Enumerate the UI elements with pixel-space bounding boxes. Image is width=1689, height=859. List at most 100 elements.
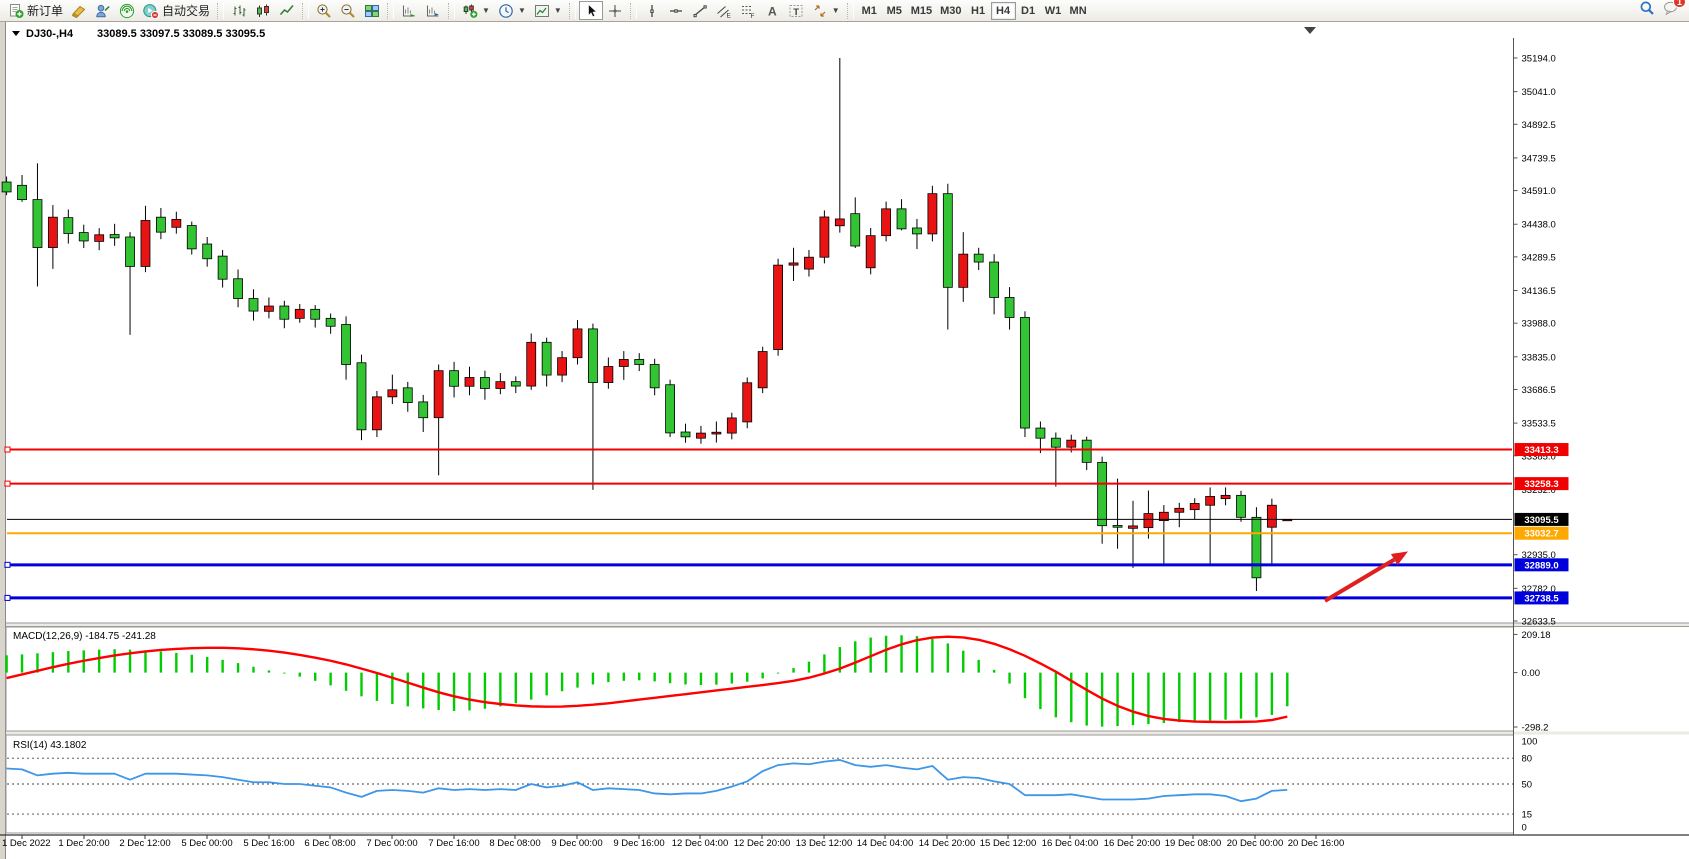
chart-shift-marker[interactable]	[1304, 27, 1316, 34]
candle[interactable]	[974, 248, 983, 270]
candle[interactable]	[604, 357, 613, 388]
candle[interactable]	[172, 212, 181, 234]
candle[interactable]	[542, 338, 551, 387]
fibonacci-button[interactable]: F	[736, 1, 760, 20]
candle[interactable]	[126, 232, 135, 335]
candle[interactable]	[619, 351, 628, 380]
candle[interactable]	[635, 353, 644, 371]
line-anchor[interactable]	[5, 447, 10, 452]
candle[interactable]	[480, 371, 489, 400]
bars-mode-button[interactable]	[227, 1, 251, 20]
candle[interactable]	[820, 210, 829, 263]
chart-canvas[interactable]: 35194.035041.034892.534739.534591.034438…	[0, 22, 1689, 859]
candle[interactable]	[804, 250, 813, 277]
candle[interactable]	[1128, 501, 1137, 568]
timeframe-w1-button[interactable]: W1	[1041, 2, 1066, 20]
candle[interactable]	[218, 250, 227, 288]
candle[interactable]	[527, 334, 536, 390]
candle[interactable]	[95, 228, 104, 250]
arrow-annotation[interactable]	[1325, 551, 1408, 600]
candle[interactable]	[1051, 432, 1060, 486]
notifications-button[interactable]: 1	[1663, 0, 1679, 21]
autotrading-button[interactable]: 自动交易	[139, 1, 214, 20]
tile-windows-button[interactable]	[360, 1, 384, 20]
signals-button[interactable]	[115, 1, 139, 20]
new-chart-button[interactable]: ▼	[458, 1, 494, 20]
timeframe-d1-button[interactable]: D1	[1016, 2, 1041, 20]
candle[interactable]	[943, 184, 952, 330]
candle[interactable]	[573, 320, 582, 364]
timeframe-m30-button[interactable]: M30	[936, 2, 965, 20]
candle[interactable]	[64, 210, 73, 244]
marker-button[interactable]	[67, 1, 91, 20]
candle[interactable]	[588, 324, 597, 490]
candle[interactable]	[187, 222, 196, 255]
candle[interactable]	[666, 380, 675, 437]
candle[interactable]	[835, 58, 844, 233]
candle[interactable]	[758, 347, 767, 393]
candle[interactable]	[372, 391, 381, 437]
profiles-button[interactable]	[91, 1, 115, 20]
candle[interactable]	[388, 375, 397, 404]
search-button[interactable]	[1639, 0, 1655, 21]
candle[interactable]	[743, 377, 752, 428]
timeframe-m5-button[interactable]: M5	[882, 2, 907, 20]
candles-mode-button[interactable]	[251, 1, 275, 20]
candle[interactable]	[311, 305, 320, 327]
candle[interactable]	[912, 219, 921, 249]
zoom-in-button[interactable]	[312, 1, 336, 20]
candle[interactable]	[280, 301, 289, 328]
hline-33413.3[interactable]	[5, 447, 1512, 452]
candle[interactable]	[1237, 491, 1246, 522]
candle[interactable]	[851, 197, 860, 248]
auto-scroll-button[interactable]	[397, 1, 421, 20]
timeframe-h1-button[interactable]: H1	[966, 2, 991, 20]
hline-33258.3[interactable]	[5, 481, 1512, 486]
candle[interactable]	[496, 373, 505, 394]
crosshair-button[interactable]	[603, 1, 627, 20]
candle[interactable]	[1036, 421, 1045, 453]
candle[interactable]	[434, 365, 443, 476]
candle[interactable]	[295, 304, 304, 323]
candle[interactable]	[342, 316, 351, 379]
candle[interactable]	[1221, 487, 1230, 505]
candle[interactable]	[774, 259, 783, 356]
candle[interactable]	[110, 224, 119, 246]
horizontal-lines-layer[interactable]	[5, 447, 1512, 600]
line-anchor[interactable]	[5, 562, 10, 567]
candle[interactable]	[1144, 491, 1153, 539]
candle[interactable]	[1267, 499, 1276, 565]
templates-button[interactable]: ▼	[530, 1, 566, 20]
candle[interactable]	[33, 163, 42, 286]
candle[interactable]	[1159, 505, 1168, 564]
candle[interactable]	[1175, 503, 1184, 527]
candle[interactable]	[1020, 311, 1029, 437]
candle[interactable]	[450, 362, 459, 398]
candle[interactable]	[681, 424, 690, 443]
candle[interactable]	[264, 297, 273, 318]
candle[interactable]	[1113, 479, 1122, 549]
candle[interactable]	[419, 395, 428, 432]
candle[interactable]	[511, 376, 520, 393]
candle[interactable]	[79, 225, 88, 248]
timeframe-m15-button[interactable]: M15	[907, 2, 936, 20]
macd-pane[interactable]: 209.180.00-298.2	[7, 630, 1551, 734]
cursor-button[interactable]	[579, 1, 603, 20]
candle[interactable]	[465, 367, 474, 396]
candle[interactable]	[1206, 487, 1215, 565]
candle[interactable]	[156, 208, 165, 239]
price-axis[interactable]: 35194.035041.034892.534739.534591.034438…	[1514, 54, 1569, 628]
line-mode-button[interactable]	[275, 1, 299, 20]
candle[interactable]	[897, 199, 906, 230]
candle[interactable]	[990, 254, 999, 314]
line-anchor[interactable]	[5, 595, 10, 600]
hline-32889.0[interactable]	[5, 562, 1512, 567]
candle[interactable]	[48, 205, 57, 269]
candle[interactable]	[1190, 498, 1199, 519]
line-anchor[interactable]	[5, 481, 10, 486]
candle[interactable]	[18, 175, 27, 202]
hline-32738.5[interactable]	[5, 595, 1512, 600]
timeframe-mn-button[interactable]: MN	[1066, 2, 1091, 20]
candle[interactable]	[234, 270, 243, 308]
time-axis[interactable]: 1 Dec 20221 Dec 20:002 Dec 12:005 Dec 00…	[2, 835, 1344, 849]
